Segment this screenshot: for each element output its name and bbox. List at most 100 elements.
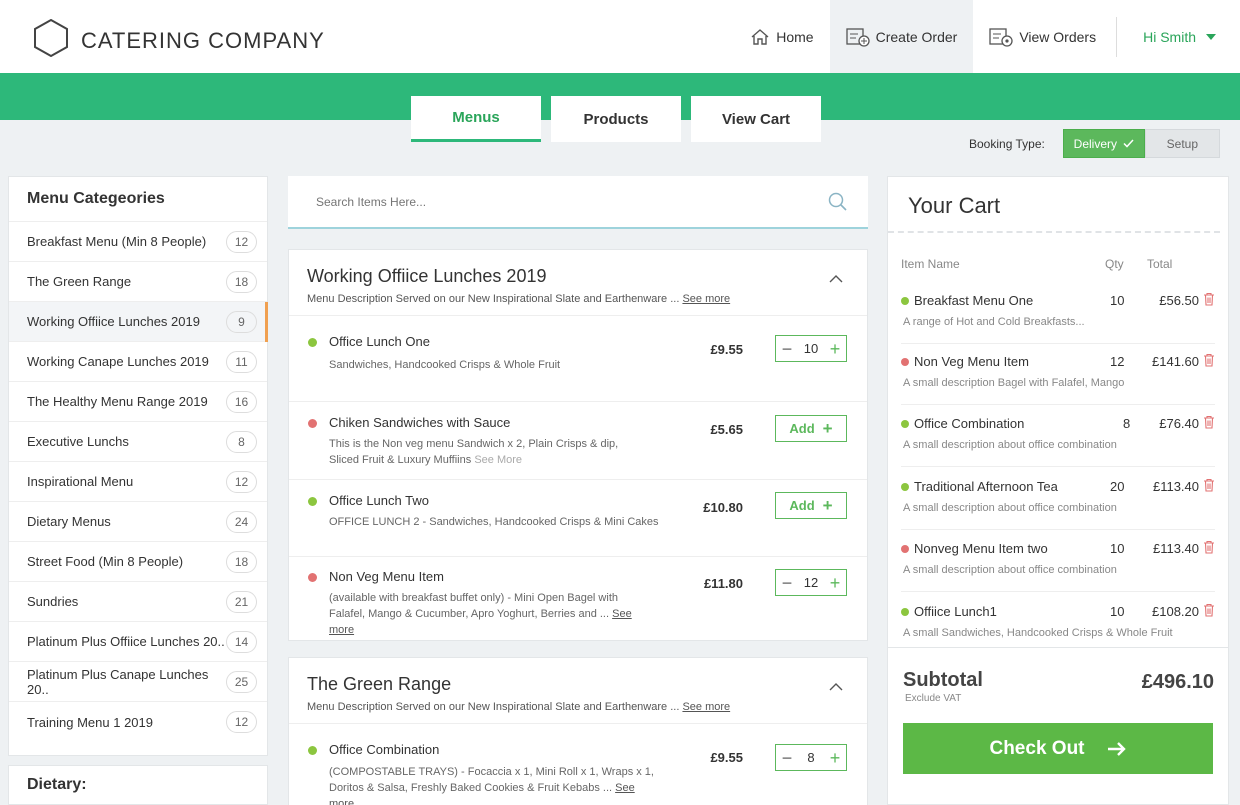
checkout-button[interactable]: Check Out [903, 723, 1213, 774]
subtotal-note: Exclude VAT [905, 693, 962, 704]
section-header: Working Offiice Lunches 2019 Menu Descri… [289, 250, 867, 316]
plus-icon[interactable]: + [828, 574, 842, 592]
minus-icon[interactable]: − [780, 574, 794, 592]
cart-row: Nonveg Menu Item two 10 £113.40 A small … [901, 530, 1215, 592]
category-item[interactable]: Executive Lunchs 8 [9, 422, 267, 462]
arrow-right-icon [1107, 741, 1127, 757]
cart-item-name: Traditional Afternoon Tea [914, 479, 1058, 494]
category-count-badge: 21 [226, 590, 257, 613]
category-item[interactable]: Working Canape Lunches 2019 11 [9, 342, 267, 382]
tab-menus[interactable]: Menus [411, 96, 541, 142]
category-count-badge: 14 [226, 630, 257, 653]
category-item[interactable]: Breakfast Menu (Min 8 People) 12 [9, 222, 267, 262]
category-count-badge: 11 [226, 350, 257, 373]
delivery-toggle[interactable]: Delivery [1062, 129, 1145, 158]
minus-icon[interactable]: − [780, 340, 794, 358]
chevron-up-icon[interactable] [829, 678, 843, 696]
add-button[interactable]: Add + [775, 492, 847, 519]
see-more-link[interactable]: See More [474, 454, 522, 466]
cart-row: Office Combination 8 £76.40 A small desc… [901, 405, 1215, 467]
cart-item-description: A small description Bagel with Falafel, … [903, 377, 1125, 389]
category-count-badge: 12 [226, 711, 257, 733]
trash-icon[interactable] [1203, 478, 1215, 497]
setup-toggle[interactable]: Setup [1144, 129, 1220, 158]
search-input[interactable] [316, 194, 828, 209]
trash-icon[interactable] [1203, 292, 1215, 311]
logo[interactable]: CATERING COMPANY [33, 18, 325, 62]
trash-icon[interactable] [1203, 353, 1215, 372]
cart-item-description: A small Sandwiches, Handcooked Crisps & … [903, 627, 1173, 639]
check-icon [1123, 139, 1134, 148]
delivery-label: Delivery [1073, 136, 1118, 151]
category-item[interactable]: The Healthy Menu Range 2019 16 [9, 382, 267, 422]
item-description: (available with breakfast buffet only) -… [329, 590, 659, 638]
quantity-value[interactable]: 8 [807, 750, 814, 765]
trash-icon[interactable] [1203, 540, 1215, 559]
chevron-up-icon[interactable] [829, 270, 843, 288]
add-label: Add [789, 421, 815, 436]
cart-item-name: Offiice Lunch1 [914, 604, 997, 619]
nav-home-label: Home [776, 28, 814, 45]
cart-col-item-name: Item Name [901, 257, 960, 271]
category-count-badge: 18 [226, 550, 257, 573]
tab-products[interactable]: Products [551, 96, 681, 142]
booking-type-label: Booking Type: [969, 136, 1045, 151]
quantity-value[interactable]: 12 [804, 575, 818, 590]
category-item[interactable]: Training Menu 1 2019 12 [9, 702, 267, 742]
add-label: Add [789, 498, 815, 513]
cart-row: Traditional Afternoon Tea 20 £113.40 A s… [901, 468, 1215, 530]
cart-title: Your Cart [888, 177, 1220, 233]
cart-panel: Your Cart Item Name Qty Total Breakfast … [887, 176, 1229, 805]
veg-indicator-icon [308, 746, 317, 755]
user-menu[interactable]: Hi Smith [1117, 0, 1240, 73]
hexagon-logo-icon [33, 18, 69, 62]
item-description-line: This is the Non veg menu Sandwich x 2, P… [329, 438, 619, 450]
category-label: Dietary Menus [27, 514, 111, 529]
menu-categories-title: Menu Categeories [9, 177, 267, 222]
add-button[interactable]: Add + [775, 415, 847, 442]
cart-item-total: £76.40 [1159, 416, 1199, 431]
home-icon [750, 28, 770, 46]
item-price: £10.80 [703, 500, 743, 515]
tab-view-cart[interactable]: View Cart [691, 96, 821, 142]
subtotal-value: £496.10 [1141, 671, 1214, 693]
search-icon[interactable] [828, 192, 848, 212]
plus-icon: + [822, 418, 833, 438]
nav-view-orders-label: View Orders [1019, 28, 1097, 45]
category-count-badge: 16 [226, 390, 257, 413]
cart-item-name: Breakfast Menu One [914, 293, 1034, 308]
veg-indicator-icon [308, 497, 317, 506]
nonveg-indicator-icon [308, 573, 317, 582]
see-more-link[interactable]: See more [682, 701, 730, 713]
veg-indicator-icon [901, 297, 909, 305]
view-orders-icon [989, 27, 1013, 47]
trash-icon[interactable] [1203, 415, 1215, 434]
quantity-value[interactable]: 10 [804, 341, 818, 356]
plus-icon[interactable]: + [828, 340, 842, 358]
category-item[interactable]: Street Food (Min 8 People) 18 [9, 542, 267, 582]
section-title: Working Offiice Lunches 2019 [307, 266, 547, 286]
see-more-link[interactable]: See more [682, 293, 730, 305]
search-bar [288, 176, 868, 229]
nav-view-orders[interactable]: View Orders [973, 0, 1112, 73]
nav-home[interactable]: Home [734, 0, 829, 73]
item-name: Office Lunch Two [329, 493, 429, 508]
nav-create-order[interactable]: Create Order [829, 0, 974, 73]
category-item[interactable]: The Green Range 18 [9, 262, 267, 302]
item-description: This is the Non veg menu Sandwich x 2, P… [329, 436, 659, 468]
item-description-line: (COMPOSTABLE TRAYS) - Focaccia x 1, Mini… [329, 766, 654, 778]
plus-icon[interactable]: + [828, 749, 842, 767]
category-item[interactable]: Dietary Menus 24 [9, 502, 267, 542]
cart-item-name: Non Veg Menu Item [914, 354, 1029, 369]
category-item[interactable]: Inspirational Menu 12 [9, 462, 267, 502]
minus-icon[interactable]: − [780, 749, 794, 767]
category-item-active[interactable]: Working Offiice Lunches 2019 9 [9, 302, 268, 342]
category-item[interactable]: Platinum Plus Offiice Lunches 20.. 14 [9, 622, 267, 662]
category-item[interactable]: Sundries 21 [9, 582, 267, 622]
cart-item-total: £108.20 [1152, 604, 1199, 619]
cart-item-total: £113.40 [1152, 479, 1199, 494]
category-count-badge: 25 [226, 670, 257, 693]
trash-icon[interactable] [1203, 603, 1215, 622]
item-name: Office Combination [329, 742, 440, 757]
category-item[interactable]: Platinum Plus Canape Lunches 20.. 25 [9, 662, 267, 702]
